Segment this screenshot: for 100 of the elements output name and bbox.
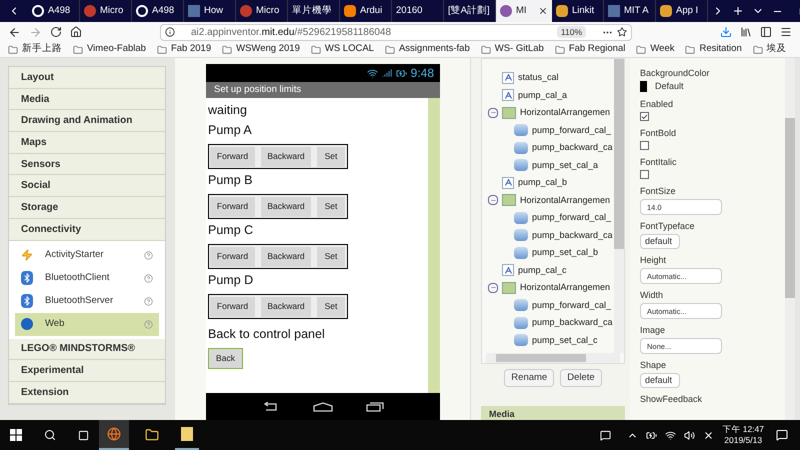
back-icon[interactable] — [8, 26, 21, 38]
bookmark-link[interactable]: Resitation — [699, 42, 742, 57]
collapse-icon[interactable] — [488, 108, 498, 118]
property-dropdown[interactable]: default — [640, 373, 680, 388]
phone-button[interactable]: Backward — [261, 246, 311, 266]
search-icon[interactable] — [44, 429, 56, 441]
collapse-icon[interactable] — [488, 195, 498, 206]
palette-item[interactable]: BluetoothClient — [15, 266, 159, 290]
tree-item[interactable]: pump_cal_c — [518, 264, 567, 277]
phone-button[interactable]: Backward — [261, 196, 311, 216]
battery-icon[interactable] — [646, 430, 658, 440]
palette-category[interactable]: LEGO® MINDSTORMS® — [9, 338, 165, 360]
tree-item[interactable]: status_cal — [518, 71, 559, 84]
palette-item[interactable]: ActivityStarter — [15, 244, 159, 266]
palette-item[interactable]: Web — [15, 312, 159, 336]
download-icon[interactable] — [720, 26, 732, 38]
palette-category[interactable]: Layout — [9, 67, 165, 89]
new-tab-icon[interactable] — [732, 5, 744, 17]
palette-item[interactable]: BluetoothServer — [15, 290, 159, 312]
menu-icon[interactable] — [780, 26, 792, 38]
tree-item[interactable]: pump_forward_cal_ — [532, 211, 612, 224]
color-value[interactable]: Default — [655, 81, 684, 92]
palette-category[interactable]: Storage — [9, 197, 165, 219]
phone-button[interactable]: Forward — [210, 196, 255, 216]
palette-category[interactable]: Drawing and Animation — [9, 110, 165, 132]
color-swatch[interactable] — [640, 81, 647, 92]
tree-item[interactable]: pump_cal_a — [518, 88, 568, 102]
bookmark-link[interactable]: Vimeo-Fablab — [87, 42, 146, 57]
tree-item[interactable]: pump_set_cal_b — [532, 246, 598, 260]
bookmark-link[interactable]: Fab Regional — [568, 42, 626, 57]
tree-item[interactable]: pump_backward_ca — [532, 316, 613, 330]
tree-item[interactable]: pump_backward_ca — [532, 141, 613, 154]
tree-item[interactable]: HorizontalArrangemen — [520, 281, 610, 294]
bookmark-star-icon[interactable] — [617, 27, 627, 37]
palette-category[interactable]: Media — [9, 88, 165, 110]
bookmark-link[interactable]: Fab 2019 — [170, 42, 212, 57]
folder-icon[interactable] — [145, 428, 159, 442]
palette-category[interactable]: Sensors — [9, 154, 165, 176]
vertical-scrollbar[interactable] — [614, 59, 624, 353]
phone-button[interactable]: Set — [317, 246, 345, 266]
address-bar[interactable]: ai2.appinventor.mit.edu/#5296219581186048 110% — [160, 24, 632, 40]
tree-action-button[interactable]: Delete — [560, 369, 602, 387]
back-button[interactable]: Back — [208, 348, 243, 369]
close-tab-icon[interactable] — [538, 6, 548, 16]
help-icon[interactable] — [144, 296, 153, 306]
tree-item[interactable]: pump_cal_b — [518, 176, 568, 190]
tree-item[interactable]: pump_forward_cal_ — [532, 298, 612, 312]
phone-button[interactable]: Forward — [210, 246, 255, 266]
tree-item[interactable]: HorizontalArrangemen — [520, 106, 610, 120]
tree-item[interactable]: pump_backward_ca — [532, 228, 613, 242]
property-dropdown[interactable]: default — [640, 234, 680, 249]
clock-time[interactable]: 下午 12:47 — [722, 424, 764, 435]
property-checkbox[interactable] — [640, 112, 649, 121]
property-checkbox[interactable] — [640, 170, 649, 179]
help-icon[interactable] — [144, 274, 153, 282]
horizontal-scrollbar[interactable] — [486, 353, 620, 363]
phone-button[interactable]: Backward — [261, 296, 311, 316]
home-icon[interactable] — [70, 26, 82, 38]
property-checkbox[interactable] — [640, 141, 649, 150]
palette-category[interactable]: Extension — [9, 382, 165, 404]
bookmark-link[interactable]: Assignments-fab — [398, 42, 470, 57]
info-icon[interactable] — [165, 27, 175, 37]
phone-button[interactable]: Set — [317, 196, 345, 216]
task-view-icon[interactable] — [78, 430, 89, 440]
bookmark-link[interactable]: WS- GitLab — [494, 42, 544, 57]
phone-button[interactable]: Forward — [210, 146, 255, 166]
bookmark-link[interactable]: WS LOCAL — [324, 42, 374, 57]
recents-nav-icon[interactable] — [366, 402, 384, 412]
phone-button[interactable]: Set — [317, 296, 345, 316]
phone-button[interactable]: Backward — [261, 146, 311, 166]
bookmark-link[interactable]: WSWeng 2019 — [236, 42, 300, 57]
palette-category[interactable]: Experimental — [9, 360, 165, 382]
bookmark-link[interactable]: 新手上路 — [22, 42, 62, 57]
tree-item[interactable]: pump_forward_cal_ — [532, 124, 612, 137]
tree-action-button[interactable]: Rename — [504, 369, 554, 387]
tree-item[interactable]: pump_set_cal_a — [532, 158, 598, 172]
home-nav-icon[interactable] — [312, 402, 333, 412]
footer-label: Back to control panel — [208, 326, 326, 343]
wifi-icon[interactable] — [665, 430, 676, 440]
page-scrollbar[interactable] — [785, 58, 795, 420]
media-panel-header[interactable]: Media — [481, 406, 625, 420]
windows-icon[interactable] — [10, 429, 22, 441]
palette-category[interactable]: Maps — [9, 132, 165, 154]
help-icon[interactable] — [144, 250, 153, 260]
tree-item[interactable]: HorizontalArrangemen — [520, 194, 610, 207]
collapse-icon[interactable] — [488, 282, 498, 293]
clock-date[interactable]: 2019/5/13 — [724, 435, 762, 446]
bookmark-link[interactable]: 埃及 — [766, 42, 787, 57]
sidebar-icon[interactable] — [760, 26, 772, 38]
library-icon[interactable] — [740, 26, 752, 38]
phone-button[interactable]: Set — [317, 146, 345, 166]
zoom-level[interactable]: 110% — [556, 26, 586, 38]
tree-item[interactable]: pump_set_cal_c — [532, 334, 598, 347]
bookmark-link[interactable]: Week — [650, 42, 674, 57]
notification-icon[interactable] — [776, 429, 788, 441]
browser-tab[interactable]: MI — [496, 0, 552, 22]
volume-icon[interactable] — [684, 430, 696, 440]
phone-button[interactable]: Forward — [210, 296, 255, 316]
palette-category[interactable]: Social — [9, 175, 165, 198]
reload-icon[interactable] — [50, 26, 62, 38]
